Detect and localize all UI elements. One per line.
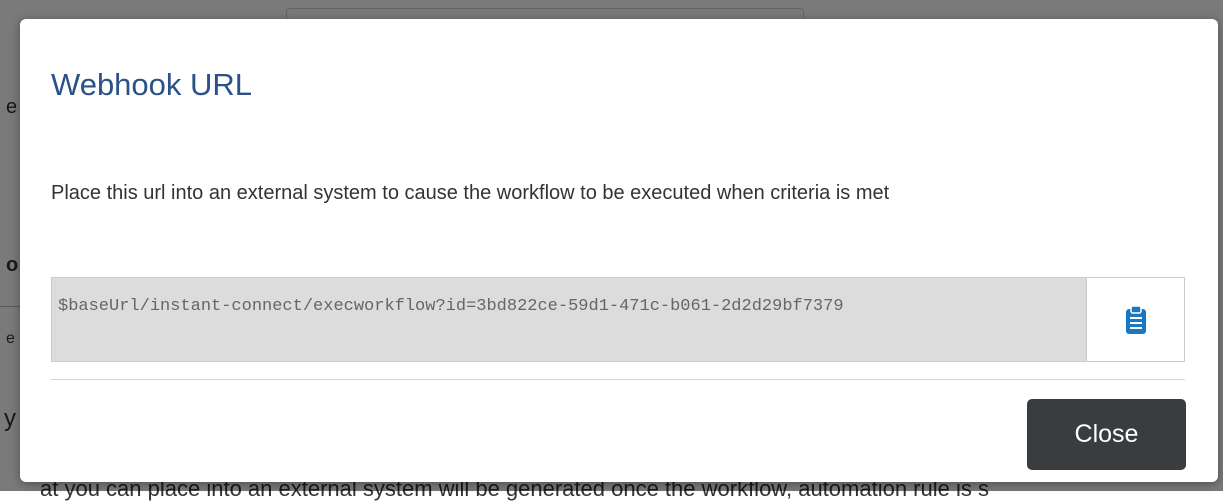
webhook-url-group: $baseUrl/instant-connect/execworkflow?id… <box>51 277 1185 362</box>
webhook-url-field[interactable]: $baseUrl/instant-connect/execworkflow?id… <box>52 278 1087 361</box>
modal-description: Place this url into an external system t… <box>51 182 890 204</box>
close-button[interactable]: Close <box>1027 399 1186 470</box>
modal-divider <box>51 379 1185 380</box>
clipboard-icon <box>1125 304 1147 335</box>
webhook-url-modal: Webhook URL Place this url into an exter… <box>20 19 1218 482</box>
copy-url-button[interactable] <box>1087 278 1184 361</box>
modal-title: Webhook URL <box>51 67 253 102</box>
